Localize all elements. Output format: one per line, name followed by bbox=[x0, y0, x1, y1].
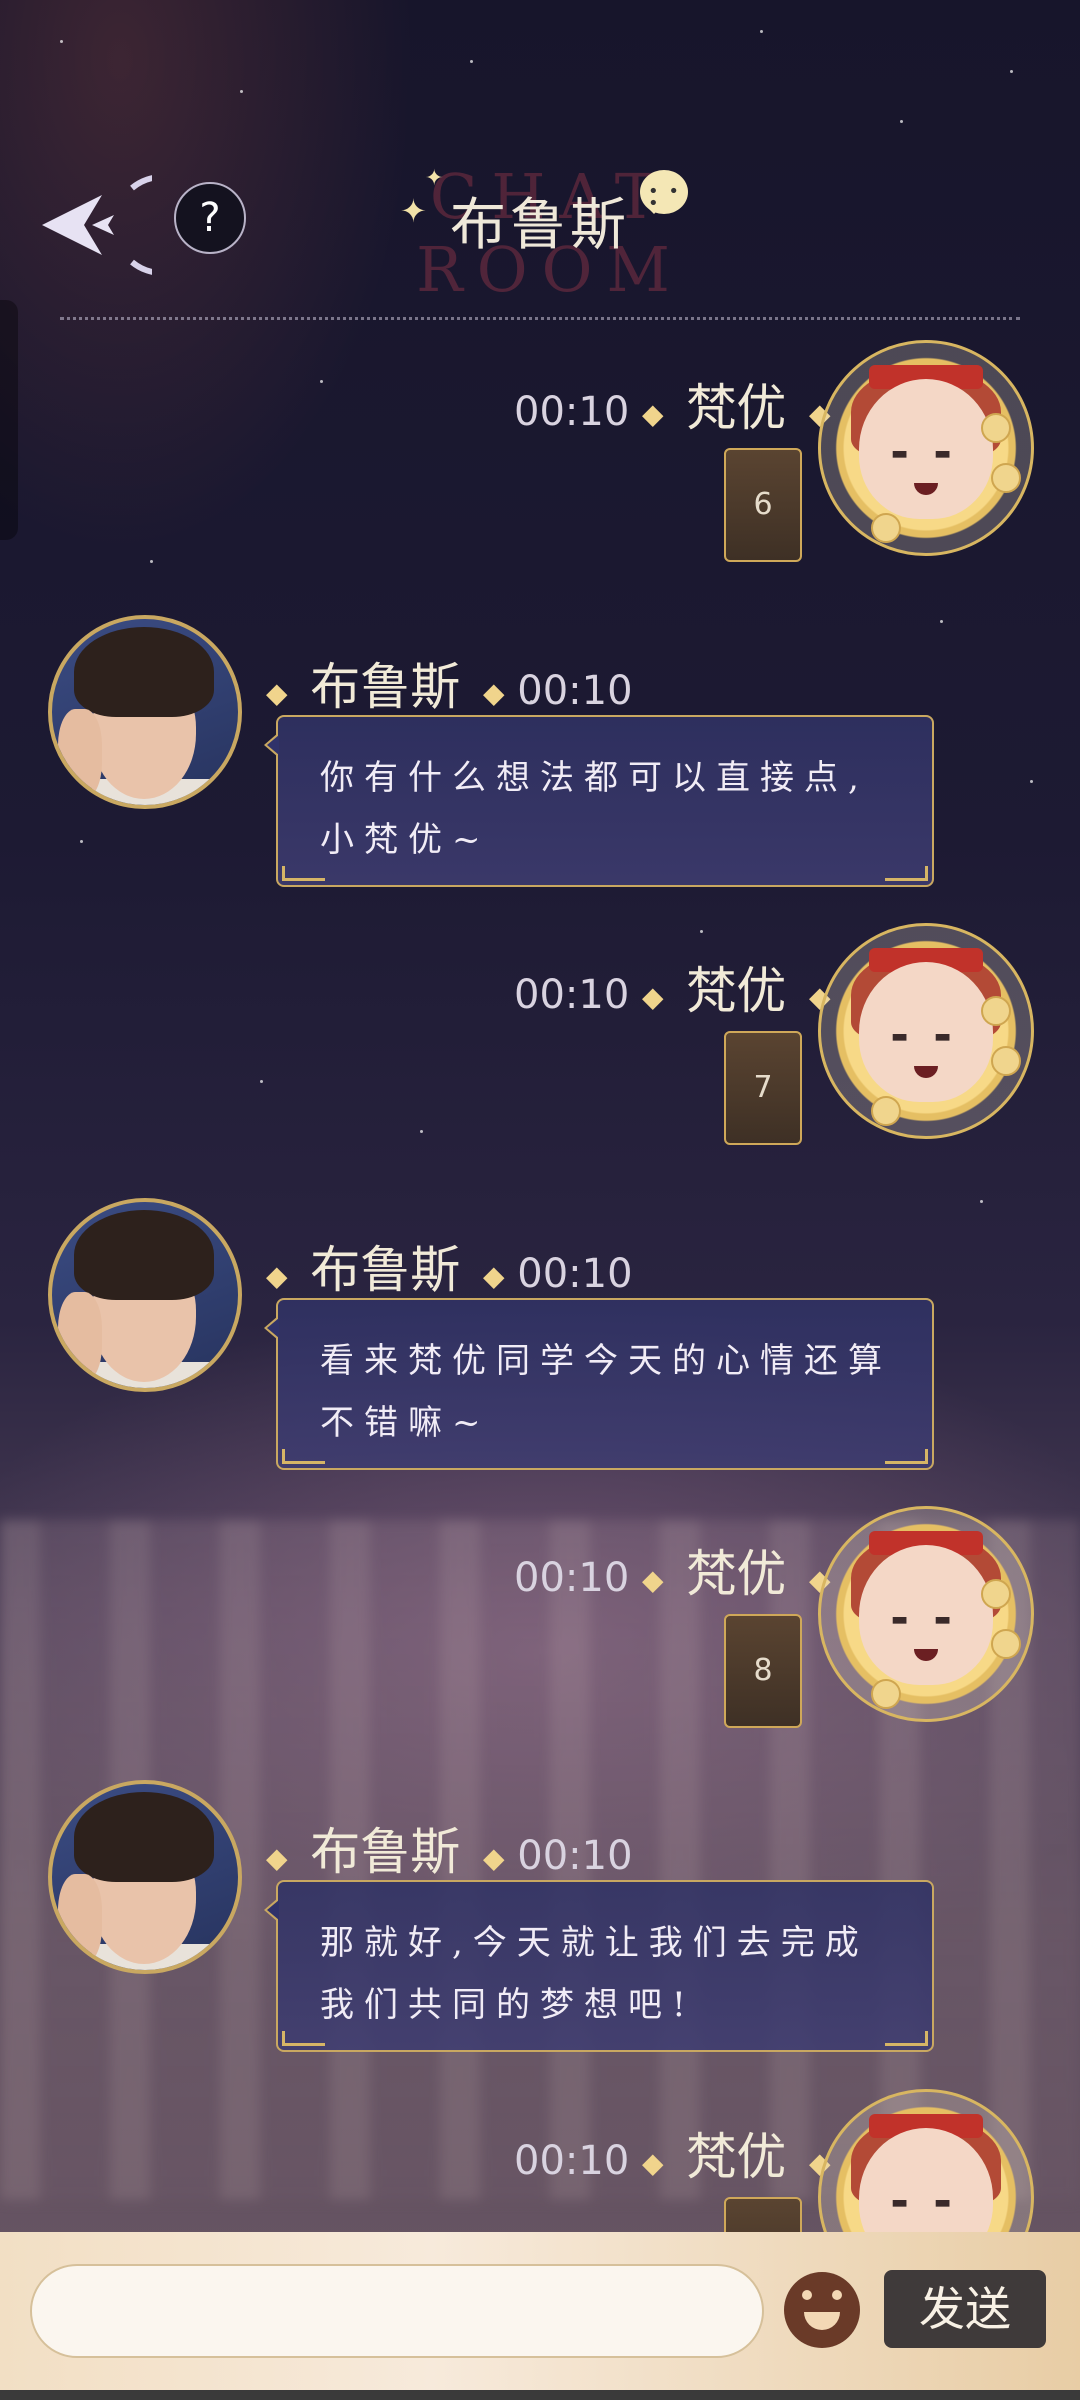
message-line: 我们共同的梦想吧! bbox=[320, 1985, 696, 2025]
avatar-bruce[interactable] bbox=[48, 1780, 242, 1974]
message-line: 小梵优~ bbox=[320, 820, 491, 860]
received-message-bubble[interactable]: 你有什么想法都可以直接点, 小梵优~ bbox=[264, 715, 934, 887]
message-line: 你有什么想法都可以直接点, bbox=[320, 758, 869, 798]
sent-message-bubble[interactable]: 6 bbox=[724, 448, 802, 562]
message-meta: ◆ 布鲁斯 ◆ 00:10 bbox=[266, 1241, 633, 1299]
message-line: 看来梵优同学今天的心情还算 bbox=[320, 1341, 892, 1381]
received-message-bubble[interactable]: 那就好,今天就让我们去完成 我们共同的梦想吧! bbox=[264, 1880, 934, 2052]
system-navigation-bar bbox=[0, 2390, 1080, 2400]
sender-name: 梵优 bbox=[686, 1545, 787, 1603]
avatar-bruce[interactable] bbox=[48, 1198, 242, 1392]
message-time: 00:10 bbox=[517, 668, 633, 714]
sender-name: 布鲁斯 bbox=[310, 658, 461, 716]
chat-title: 布鲁斯 bbox=[450, 193, 630, 258]
message-input-bar: 发送 bbox=[0, 2232, 1080, 2400]
header-divider bbox=[60, 317, 1020, 320]
sender-name: 梵优 bbox=[686, 379, 787, 437]
received-message-bubble[interactable]: 看来梵优同学今天的心情还算 不错嘛~ bbox=[264, 1298, 934, 1470]
chat-header: ? CHAT ROOM ✦ ✦ 布鲁斯 • • • bbox=[0, 130, 1080, 306]
message-meta: 00:10 ◆ 梵优 ◆ bbox=[514, 2128, 831, 2186]
message-meta: 00:10 ◆ 梵优 ◆ bbox=[514, 379, 831, 437]
message-meta: 00:10 ◆ 梵优 ◆ bbox=[514, 1545, 831, 1603]
sent-message-bubble[interactable]: 7 bbox=[724, 1031, 802, 1145]
message-time: 00:10 bbox=[514, 972, 630, 1018]
sender-name: 布鲁斯 bbox=[310, 1241, 461, 1299]
avatar-bruce[interactable] bbox=[48, 615, 242, 809]
speech-bubble-icon: • • • bbox=[640, 170, 688, 214]
message-time: 00:10 bbox=[517, 1833, 633, 1879]
message-time: 00:10 bbox=[514, 389, 630, 435]
sender-name: 梵优 bbox=[686, 962, 787, 1020]
message-line: 那就好,今天就让我们去完成 bbox=[320, 1923, 869, 1963]
message-time: 00:10 bbox=[517, 1251, 633, 1297]
message-meta: ◆ 布鲁斯 ◆ 00:10 bbox=[266, 1823, 633, 1881]
avatar-fan[interactable]: ▬▬ bbox=[818, 340, 1034, 556]
message-meta: ◆ 布鲁斯 ◆ 00:10 bbox=[266, 658, 633, 716]
send-button[interactable]: 发送 bbox=[884, 2270, 1046, 2348]
sender-name: 梵优 bbox=[686, 2128, 787, 2186]
message-input[interactable] bbox=[30, 2264, 764, 2358]
avatar-fan[interactable]: ▬▬ bbox=[818, 1506, 1034, 1722]
avatar-fan[interactable]: ▬▬ bbox=[818, 923, 1034, 1139]
message-line: 不错嘛~ bbox=[320, 1403, 491, 1443]
side-drawer-handle[interactable] bbox=[0, 300, 18, 540]
sent-message-bubble[interactable]: 8 bbox=[724, 1614, 802, 1728]
message-meta: 00:10 ◆ 梵优 ◆ bbox=[514, 962, 831, 1020]
sender-name: 布鲁斯 bbox=[310, 1823, 461, 1881]
message-time: 00:10 bbox=[514, 1555, 630, 1601]
message-time: 00:10 bbox=[514, 2138, 630, 2184]
emoji-button[interactable] bbox=[784, 2272, 860, 2348]
